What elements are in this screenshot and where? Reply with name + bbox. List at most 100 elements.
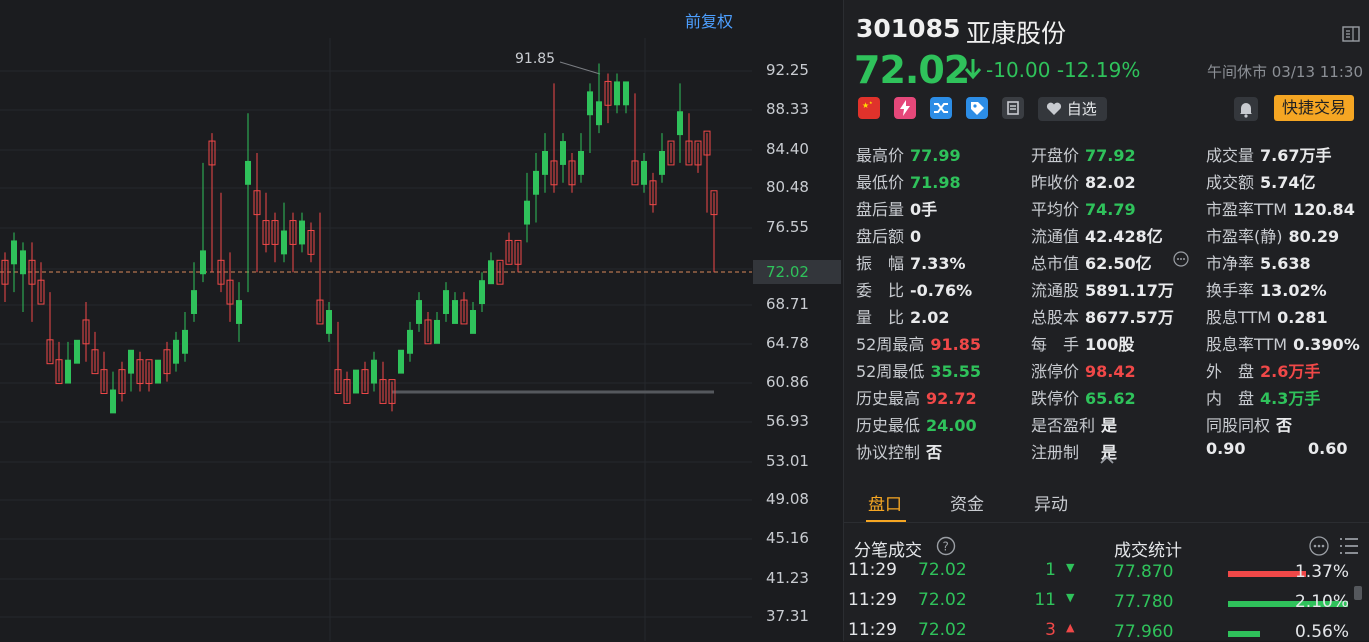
field-value: 100股 <box>1085 335 1135 354</box>
quick-trade-button[interactable]: 快捷交易 <box>1274 95 1355 121</box>
quote-field: 市盈率(静) 80.29 <box>1206 223 1339 247</box>
price-tick: 76.55 <box>766 218 809 236</box>
candle-body <box>155 359 161 384</box>
field-value: 80.29 <box>1288 227 1340 246</box>
bell-icon <box>1240 103 1252 118</box>
price-tick: 64.78 <box>766 334 809 352</box>
note-icon[interactable] <box>1002 97 1024 119</box>
field-value: 5.638 <box>1260 254 1311 273</box>
candle-body <box>614 81 620 106</box>
stat-percent: 0.56% <box>1294 622 1349 642</box>
stat-bar <box>1228 631 1260 637</box>
field-label: 盘后量 <box>856 200 905 219</box>
heart-icon <box>1046 102 1062 115</box>
tick-time: 11:29 <box>848 560 897 580</box>
peak-label: 91.85 <box>515 51 556 67</box>
field-value: 0手 <box>910 200 938 219</box>
tick-volume: 11 <box>1034 590 1056 610</box>
field-label: 52周最低 <box>856 362 925 381</box>
quote-field: 平均价 74.79 <box>1031 196 1136 220</box>
price-tick: 84.40 <box>766 140 809 158</box>
quote-field: 总股本 8677.57万 <box>1031 304 1174 328</box>
field-value: 74.79 <box>1085 200 1136 219</box>
field-label: 市净率 <box>1206 254 1255 273</box>
field-label: 最低价 <box>856 173 905 192</box>
tab-orderbook[interactable]: 盘口 <box>868 490 902 515</box>
candle-body <box>182 329 188 354</box>
alert-bell-button[interactable] <box>1234 97 1258 121</box>
field-label: 52周最高 <box>856 335 925 354</box>
field-label: 量 比 <box>856 308 905 327</box>
current-price-tag: 72.02 <box>753 260 841 284</box>
price-tick: 60.86 <box>766 373 809 391</box>
stat-percent: 1.37% <box>1294 562 1349 582</box>
candle-body <box>524 200 530 225</box>
candle-body <box>299 220 305 245</box>
field-label: 流通值 <box>1031 227 1080 246</box>
shuffle-icon[interactable] <box>930 97 952 119</box>
price-tick: 53.01 <box>766 452 809 470</box>
lightning-icon[interactable] <box>894 97 916 119</box>
triangle-up-icon: ▲ <box>1066 621 1075 634</box>
panel-toggle-icon[interactable] <box>1342 26 1360 42</box>
quote-field: 最高价 77.99 <box>856 142 961 166</box>
quote-field: 市净率 5.638 <box>1206 250 1311 274</box>
quote-field: 成交额 5.74亿 <box>1206 169 1316 193</box>
field-value: 5891.17万 <box>1085 281 1174 300</box>
field-value: 7.33% <box>910 254 966 273</box>
tab-capital[interactable]: 资金 <box>950 490 984 515</box>
field-label: 外 盘 <box>1206 362 1255 381</box>
kline-chart[interactable]: 91.85 <box>0 0 752 641</box>
detail-tabs: 盘口 资金 异动 <box>844 478 1369 523</box>
tick-price: 72.02 <box>918 560 967 580</box>
chevron-up-icon[interactable] <box>1099 455 1115 465</box>
quote-panel: 301085 亚康股份 72.02 -10.00 -12.19% 午间休市 03… <box>843 0 1369 642</box>
tick-volume: 1 <box>1045 560 1056 580</box>
price-tick: 80.48 <box>766 178 809 196</box>
quote-field: 历史最高 92.72 <box>856 385 977 409</box>
candle-body <box>236 300 242 324</box>
triangle-down-icon: ▼ <box>1066 561 1075 574</box>
svg-text:?: ? <box>943 540 949 554</box>
stat-price: 77.870 <box>1114 562 1174 582</box>
field-value: 92.72 <box>926 389 977 408</box>
field-value: 77.99 <box>910 146 961 165</box>
field-label: 委 比 <box>856 281 905 300</box>
field-label: 每 手 <box>1031 335 1080 354</box>
quote-field: 股息率TTM 0.390% <box>1206 331 1360 355</box>
candle-body <box>11 240 17 265</box>
candle-body <box>578 151 584 175</box>
tab-movement[interactable]: 异动 <box>1034 490 1068 515</box>
candle-body <box>623 81 629 106</box>
last-price: 72.02 <box>854 48 970 92</box>
quote-field: 昨收价 82.02 <box>1031 169 1136 193</box>
extra-left-value: 0.90 <box>1206 439 1246 458</box>
price-axis: 92.25 88.33 84.40 80.48 76.55 68.71 64.78 60.86… <box>752 0 842 641</box>
tick-price: 72.02 <box>918 620 967 640</box>
price-tick: 37.31 <box>766 607 809 625</box>
adjust-button[interactable]: 前复权 <box>685 8 733 32</box>
candle-body <box>74 339 80 364</box>
candle-body <box>416 300 422 324</box>
quote-field: 内 盘 4.3万手 <box>1206 385 1320 409</box>
triangle-down-icon: ▼ <box>1066 591 1075 604</box>
list-icon[interactable] <box>1338 536 1360 556</box>
field-value: 71.98 <box>910 173 961 192</box>
field-label: 注册制 <box>1031 443 1080 462</box>
field-label: 同股同权 <box>1206 416 1271 435</box>
quote-field: 52周最高 91.85 <box>856 331 981 355</box>
add-watchlist-button[interactable]: 自选 <box>1038 97 1107 121</box>
tag-icon[interactable] <box>966 97 988 119</box>
tab-underline <box>866 520 906 522</box>
candle-body <box>488 260 494 285</box>
quote-field: 每 手 100股 <box>1031 331 1134 355</box>
help-icon[interactable]: ? <box>936 536 956 556</box>
more-icon[interactable] <box>1308 536 1330 556</box>
field-value: 77.92 <box>1085 146 1136 165</box>
quote-field: 股息TTM 0.281 <box>1206 304 1328 328</box>
field-value: 5.74亿 <box>1260 173 1316 192</box>
field-label: 平均价 <box>1031 200 1080 219</box>
more-info-icon[interactable] <box>1173 251 1189 267</box>
stats-title: 成交统计 <box>1114 541 1182 561</box>
stats-scrollbar[interactable] <box>1354 586 1362 600</box>
